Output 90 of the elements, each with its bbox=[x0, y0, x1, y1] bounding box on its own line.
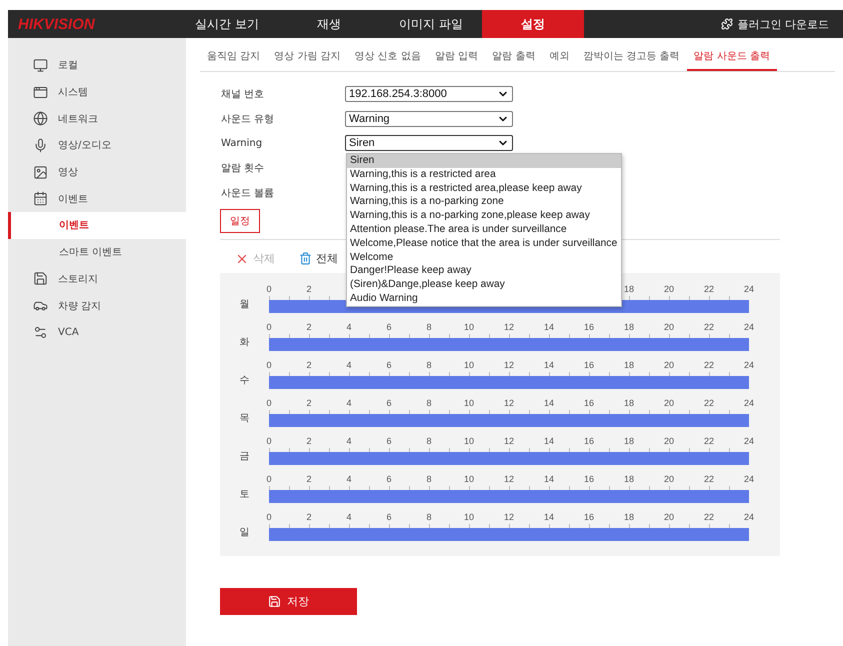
tick-label: 6 bbox=[386, 398, 392, 408]
field-label: Warning bbox=[221, 138, 264, 149]
tick-label: 8 bbox=[426, 512, 432, 522]
tick-label: 12 bbox=[504, 360, 514, 370]
tick-label: 2 bbox=[306, 322, 312, 332]
tick-label: 2 bbox=[306, 360, 312, 370]
tick-label: 2 bbox=[306, 512, 312, 522]
tick-label: 4 bbox=[346, 474, 352, 484]
tick-label: 10 bbox=[464, 398, 474, 408]
tick-label: 24 bbox=[744, 360, 754, 370]
tick-label: 24 bbox=[744, 436, 754, 446]
tick-label: 6 bbox=[386, 474, 392, 484]
tick-label: 24 bbox=[744, 284, 754, 294]
tick-label: 12 bbox=[504, 436, 514, 446]
tick-label: 2 bbox=[306, 436, 312, 446]
tick-label: 18 bbox=[624, 322, 634, 332]
tick-label: 14 bbox=[544, 474, 554, 484]
tick-label: 18 bbox=[624, 436, 634, 446]
tick-label: 4 bbox=[346, 398, 352, 408]
tick-label: 12 bbox=[504, 474, 514, 484]
tick-label: 16 bbox=[584, 398, 594, 408]
tick-label: 6 bbox=[386, 512, 392, 522]
tick-label: 18 bbox=[624, 398, 634, 408]
tick-label: 18 bbox=[624, 474, 634, 484]
tick-label: 16 bbox=[584, 512, 594, 522]
field-label: 사운드 볼륨 bbox=[221, 186, 276, 200]
tick-label: 16 bbox=[584, 360, 594, 370]
tick-label: 24 bbox=[744, 474, 754, 484]
tick-label: 10 bbox=[464, 322, 474, 332]
tick-label: 2 bbox=[306, 284, 312, 294]
tick-label: 0 bbox=[266, 284, 272, 294]
tick-label: 10 bbox=[464, 360, 474, 370]
tick-label: 20 bbox=[664, 398, 674, 408]
tick-label: 14 bbox=[544, 436, 554, 446]
tick-label: 22 bbox=[704, 360, 714, 370]
tick-label: 8 bbox=[426, 398, 432, 408]
tick-label: 22 bbox=[704, 474, 714, 484]
tick-label: 22 bbox=[704, 322, 714, 332]
tick-label: 18 bbox=[624, 360, 634, 370]
tick-label: 2 bbox=[306, 398, 312, 408]
field-label: 사운드 유형 bbox=[221, 112, 276, 126]
tick-label: 6 bbox=[386, 322, 392, 332]
tick-label: 20 bbox=[664, 284, 674, 294]
tick-label: 0 bbox=[266, 398, 272, 408]
tick-label: 20 bbox=[664, 360, 674, 370]
tick-label: 14 bbox=[544, 360, 554, 370]
tick-label: 8 bbox=[426, 436, 432, 446]
tick-label: 24 bbox=[744, 398, 754, 408]
tick-label: 20 bbox=[664, 436, 674, 446]
tick-label: 6 bbox=[386, 436, 392, 446]
tick-label: 20 bbox=[664, 512, 674, 522]
tick-label: 0 bbox=[266, 474, 272, 484]
tick-label: 22 bbox=[704, 284, 714, 294]
tick-label: 14 bbox=[544, 398, 554, 408]
tick-label: 24 bbox=[744, 322, 754, 332]
tick-label: 10 bbox=[464, 512, 474, 522]
tick-label: 4 bbox=[346, 436, 352, 446]
tick-label: 4 bbox=[346, 512, 352, 522]
tick-label: 20 bbox=[664, 322, 674, 332]
field-label: 알람 횟수 bbox=[221, 162, 266, 176]
tick-label: 0 bbox=[266, 322, 272, 332]
tick-label: 22 bbox=[704, 398, 714, 408]
tick-label: 22 bbox=[704, 436, 714, 446]
tick-label: 4 bbox=[346, 322, 352, 332]
tick-label: 10 bbox=[464, 474, 474, 484]
tick-label: 12 bbox=[504, 398, 514, 408]
tick-label: 0 bbox=[266, 360, 272, 370]
tick-label: 18 bbox=[624, 284, 634, 294]
tick-label: 20 bbox=[664, 474, 674, 484]
tick-label: 2 bbox=[306, 474, 312, 484]
tick-label: 14 bbox=[544, 322, 554, 332]
tick-label: 16 bbox=[584, 322, 594, 332]
tick-label: 24 bbox=[744, 512, 754, 522]
tick-label: 8 bbox=[426, 474, 432, 484]
tick-label: 0 bbox=[266, 436, 272, 446]
tick-label: 6 bbox=[386, 360, 392, 370]
tick-label: 12 bbox=[504, 512, 514, 522]
tick-label: 22 bbox=[704, 512, 714, 522]
tick-label: 18 bbox=[624, 512, 634, 522]
tick-label: 0 bbox=[266, 512, 272, 522]
logo: HIKVISION bbox=[17, 16, 96, 32]
tick-label: 4 bbox=[346, 360, 352, 370]
field-label: 채널 번호 bbox=[221, 88, 266, 102]
tick-label: 8 bbox=[426, 360, 432, 370]
tick-label: 14 bbox=[544, 512, 554, 522]
tick-label: 12 bbox=[504, 322, 514, 332]
tick-label: 16 bbox=[584, 474, 594, 484]
tick-label: 8 bbox=[426, 322, 432, 332]
tick-label: 16 bbox=[584, 436, 594, 446]
tick-label: 10 bbox=[464, 436, 474, 446]
